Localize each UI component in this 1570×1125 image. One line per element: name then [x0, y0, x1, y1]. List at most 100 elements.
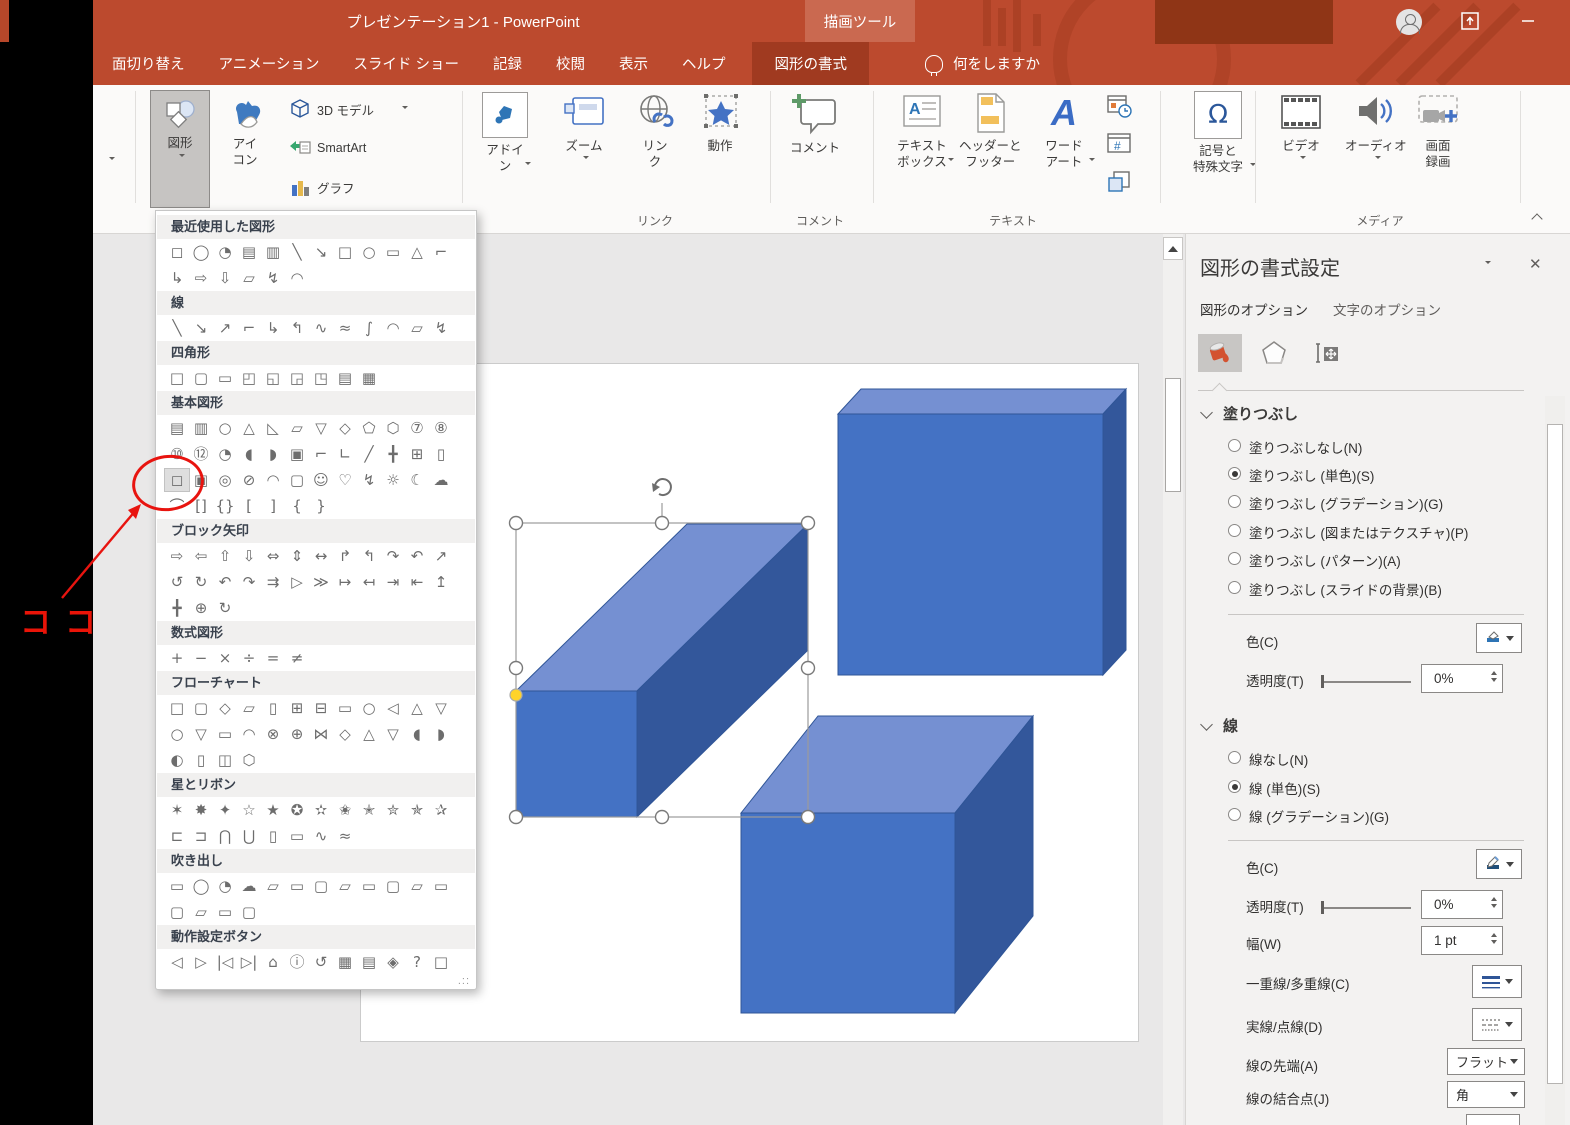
cube-shape-selected[interactable] [514, 522, 810, 819]
dash-type-button[interactable] [1472, 1008, 1522, 1041]
shape-icon[interactable]: ⇨ [165, 545, 189, 567]
collapse-fill-icon[interactable] [1200, 406, 1213, 419]
shape-icon[interactable]: ○ [165, 723, 189, 745]
shape-icon[interactable]: △ [237, 417, 261, 439]
icons-button[interactable]: アイ コン [216, 90, 274, 206]
shape-icon[interactable]: ☁ [429, 469, 453, 491]
tab-shape-format[interactable]: 図形の書式 [752, 42, 869, 85]
shape-icon[interactable]: △ [405, 697, 429, 719]
collapse-line-icon[interactable] [1200, 718, 1213, 731]
shape-icon[interactable]: ▯ [429, 443, 453, 465]
shape-icon[interactable]: □ [165, 697, 189, 719]
shape-icon[interactable]: ↺ [165, 571, 189, 593]
shape-icon[interactable]: ◗ [261, 443, 285, 465]
tab-text-options[interactable]: 文字のオプション [1333, 299, 1441, 319]
shape-icon[interactable]: ▢ [165, 901, 189, 923]
radio-pattern-fill[interactable] [1228, 552, 1241, 565]
shapes-button[interactable]: 図形 [150, 90, 210, 208]
shape-icon[interactable]: ☼ [381, 469, 405, 491]
shape-icon[interactable]: ▭ [285, 825, 309, 847]
shape-icon[interactable]: ≈ [333, 825, 357, 847]
fill-transparency-input[interactable]: 0% [1421, 664, 1503, 693]
shape-icon[interactable]: × [213, 647, 237, 669]
shape-icon[interactable]: ▽ [429, 697, 453, 719]
shape-icon[interactable]: ⊕ [285, 723, 309, 745]
smartart-button[interactable]: SmartArt [289, 133, 366, 163]
shape-icon[interactable]: ▱ [237, 697, 261, 719]
shape-icon[interactable]: ⋂ [213, 825, 237, 847]
shape-icon[interactable]: ▱ [405, 875, 429, 897]
shape-icon[interactable]: {} [213, 495, 237, 517]
shape-icon[interactable]: ◔ [213, 443, 237, 465]
shape-icon[interactable]: = [261, 647, 285, 669]
shape-icon[interactable]: ⊞ [405, 443, 429, 465]
shape-icon[interactable]: ? [405, 951, 429, 973]
shape-icon[interactable]: ✰ [429, 799, 453, 821]
radio-no-fill[interactable] [1228, 439, 1241, 452]
shape-icon[interactable]: ♡ [333, 469, 357, 491]
shape-icon[interactable]: ▽ [189, 723, 213, 745]
shape-icon[interactable]: ◺ [261, 417, 285, 439]
shape-icon[interactable]: □ [333, 241, 357, 263]
shape-icon[interactable]: ⋈ [309, 723, 333, 745]
size-properties-category-button[interactable] [1306, 334, 1350, 372]
shape-icon[interactable]: ▢ [309, 875, 333, 897]
shape-icon[interactable]: ⋃ [237, 825, 261, 847]
shape-icon[interactable]: ⬠ [357, 417, 381, 439]
radio-picture-fill[interactable] [1228, 524, 1241, 537]
shape-icon[interactable]: ▭ [333, 697, 357, 719]
tab-record[interactable]: 記録 [476, 42, 539, 85]
shape-icon[interactable]: ▣ [285, 443, 309, 465]
shape-icon[interactable]: ⬡ [381, 417, 405, 439]
shape-icon[interactable]: ⇦ [189, 545, 213, 567]
effects-category-button[interactable] [1252, 334, 1296, 372]
shape-icon[interactable]: ⇉ [261, 571, 285, 593]
shape-icon[interactable]: ⊕ [189, 597, 213, 619]
shape-icon[interactable]: ╋ [381, 443, 405, 465]
shape-icon[interactable]: ▢ [189, 367, 213, 389]
shape-icon[interactable]: ▢ [285, 469, 309, 491]
shape-icon[interactable]: ◠ [381, 317, 405, 339]
shape-icon[interactable]: ↳ [165, 267, 189, 289]
shape-icon[interactable]: ✭ [357, 799, 381, 821]
shape-icon[interactable]: ⊐ [189, 825, 213, 847]
resize-grip[interactable]: .:: [458, 975, 470, 987]
shape-icon[interactable]: ∫ [357, 317, 381, 339]
shape-icon[interactable]: ] [261, 495, 285, 517]
join-type-dropdown[interactable]: 角 [1447, 1081, 1525, 1108]
shape-icon[interactable]: ◇ [213, 697, 237, 719]
tab-shape-options[interactable]: 図形のオプション [1200, 299, 1308, 319]
shape-icon[interactable]: △ [357, 723, 381, 745]
shape-icon[interactable]: { [285, 495, 309, 517]
shape-icon[interactable]: ⇔ [261, 545, 285, 567]
shape-icon[interactable]: ✬ [333, 799, 357, 821]
shape-icon[interactable]: ▱ [189, 901, 213, 923]
shape-icon[interactable]: ↱ [333, 545, 357, 567]
tab-slideshow[interactable]: スライド ショー [336, 42, 476, 85]
shape-icon[interactable]: ▭ [429, 875, 453, 897]
shape-icon[interactable]: } [309, 495, 333, 517]
shape-icon[interactable]: ◔ [213, 241, 237, 263]
shape-icon[interactable]: ▥ [261, 241, 285, 263]
shape-icon[interactable]: △ [405, 241, 429, 263]
tab-animations[interactable]: アニメーション [202, 42, 337, 85]
shape-icon[interactable]: ⊟ [309, 697, 333, 719]
shape-icon[interactable]: ▦ [357, 367, 381, 389]
canvas-scrollbar[interactable] [1163, 233, 1183, 1125]
shape-icon[interactable]: ◠ [261, 469, 285, 491]
shape-icon[interactable]: ▯ [261, 697, 285, 719]
shape-icon[interactable]: ▭ [165, 875, 189, 897]
shape-icon[interactable]: ◔ [213, 875, 237, 897]
shape-icon[interactable]: ▱ [333, 875, 357, 897]
shape-icon[interactable]: ⇤ [405, 571, 429, 593]
shape-icon[interactable]: ⑦ [405, 417, 429, 439]
fill-transparency-slider-thumb[interactable] [1321, 675, 1324, 688]
action-button[interactable]: 動作 [698, 92, 742, 154]
shape-icon[interactable]: ↶ [405, 545, 429, 567]
shape-icon[interactable]: ↯ [357, 469, 381, 491]
zoom-button[interactable]: ズーム [561, 92, 607, 162]
radio-solid-fill[interactable] [1228, 467, 1241, 480]
shape-icon[interactable]: ≠ [285, 647, 309, 669]
shape-icon[interactable]: ⊗ [261, 723, 285, 745]
adjust-handle[interactable] [509, 688, 523, 702]
